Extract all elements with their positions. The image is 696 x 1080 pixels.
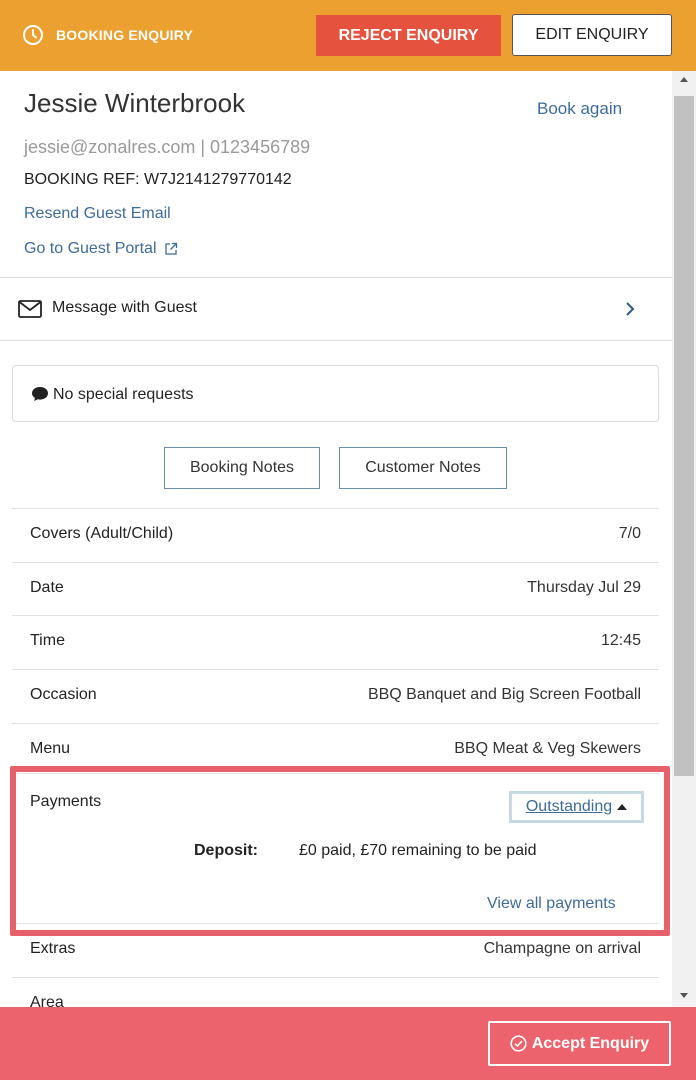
special-requests-box: No special requests: [12, 365, 659, 422]
divider: [0, 340, 672, 341]
message-with-guest-label: Message with Guest: [52, 299, 197, 316]
booking-details-panel: Jessie Winterbrook Book again jessie@zon…: [0, 71, 672, 1007]
check-circle-icon: [510, 1035, 527, 1052]
customer-notes-button[interactable]: Customer Notes: [339, 447, 507, 489]
detail-row-covers: Covers (Adult/Child) 7/0: [12, 508, 659, 562]
footer-action-bar: Accept Enquiry: [0, 1007, 696, 1080]
edit-enquiry-button[interactable]: EDIT ENQUIRY: [512, 14, 672, 56]
outstanding-status: Outstanding: [525, 798, 613, 815]
detail-row-time: Time 12:45: [12, 615, 659, 669]
outstanding-toggle[interactable]: Outstanding: [509, 791, 644, 823]
guest-name: Jessie Winterbrook: [24, 88, 246, 118]
accept-enquiry-button[interactable]: Accept Enquiry: [488, 1021, 671, 1066]
detail-value: BBQ Banquet and Big Screen Football: [367, 686, 641, 703]
detail-value: 7/0: [618, 525, 641, 542]
chevron-right-icon: [626, 302, 635, 316]
detail-label: Menu: [30, 740, 71, 757]
payments-label: Payments: [30, 793, 102, 810]
book-again-link[interactable]: Book again: [537, 99, 622, 119]
booking-enquiry-header: BOOKING ENQUIRY REJECT ENQUIRY EDIT ENQU…: [0, 0, 696, 71]
view-all-payments-link[interactable]: View all payments: [487, 895, 616, 913]
payments-section: Payments Outstanding Deposit: £0 paid, £…: [12, 773, 659, 923]
external-link-icon: [164, 242, 177, 255]
detail-value: Champagne on arrival: [483, 940, 641, 957]
detail-label: Date: [30, 579, 64, 596]
detail-row-area: Area: [12, 977, 659, 1007]
detail-label: Extras: [30, 940, 76, 957]
scroll-down-arrow[interactable]: [680, 993, 688, 998]
detail-value: BBQ Meat & Veg Skewers: [454, 740, 641, 757]
detail-value: 12:45: [600, 632, 641, 649]
booking-reference: BOOKING REF: W7J2141279770142: [24, 171, 292, 188]
guest-portal-link[interactable]: Go to Guest Portal: [24, 240, 178, 258]
deposit-value: £0 paid, £70 remaining to be paid: [299, 842, 537, 859]
detail-label: Time: [30, 632, 65, 649]
deposit-label: Deposit:: [194, 842, 258, 859]
scrollbar-thumb[interactable]: [674, 96, 694, 776]
guest-portal-label: Go to Guest Portal: [24, 240, 157, 257]
detail-row-occasion: Occasion BBQ Banquet and Big Screen Foot…: [12, 669, 659, 723]
envelope-icon: [18, 300, 42, 318]
detail-row-extras: Extras Champagne on arrival: [12, 923, 659, 977]
header-title: BOOKING ENQUIRY: [22, 22, 193, 48]
detail-row-date: Date Thursday Jul 29: [12, 562, 659, 616]
message-with-guest-row[interactable]: Message with Guest: [0, 278, 672, 340]
detail-row-menu: Menu BBQ Meat & Veg Skewers: [12, 723, 659, 777]
guest-contact: jessie@zonalres.com | 0123456789: [24, 137, 311, 157]
reject-enquiry-button[interactable]: REJECT ENQUIRY: [316, 15, 501, 56]
detail-value: Thursday Jul 29: [527, 579, 641, 596]
resend-guest-email-link[interactable]: Resend Guest Email: [24, 205, 171, 223]
header-title-text: BOOKING ENQUIRY: [56, 27, 194, 43]
chevron-up-icon: [617, 804, 628, 810]
accept-enquiry-label: Accept Enquiry: [531, 1034, 650, 1052]
detail-label: Covers (Adult/Child): [30, 525, 174, 542]
speech-bubble-icon: [32, 387, 48, 401]
clock-icon: [23, 25, 43, 45]
vertical-scrollbar[interactable]: [672, 71, 696, 1007]
detail-label: Area: [30, 994, 64, 1007]
booking-notes-button[interactable]: Booking Notes: [164, 447, 320, 489]
detail-label: Occasion: [30, 686, 97, 703]
special-requests-text: No special requests: [53, 386, 194, 403]
scroll-up-arrow[interactable]: [680, 77, 688, 82]
